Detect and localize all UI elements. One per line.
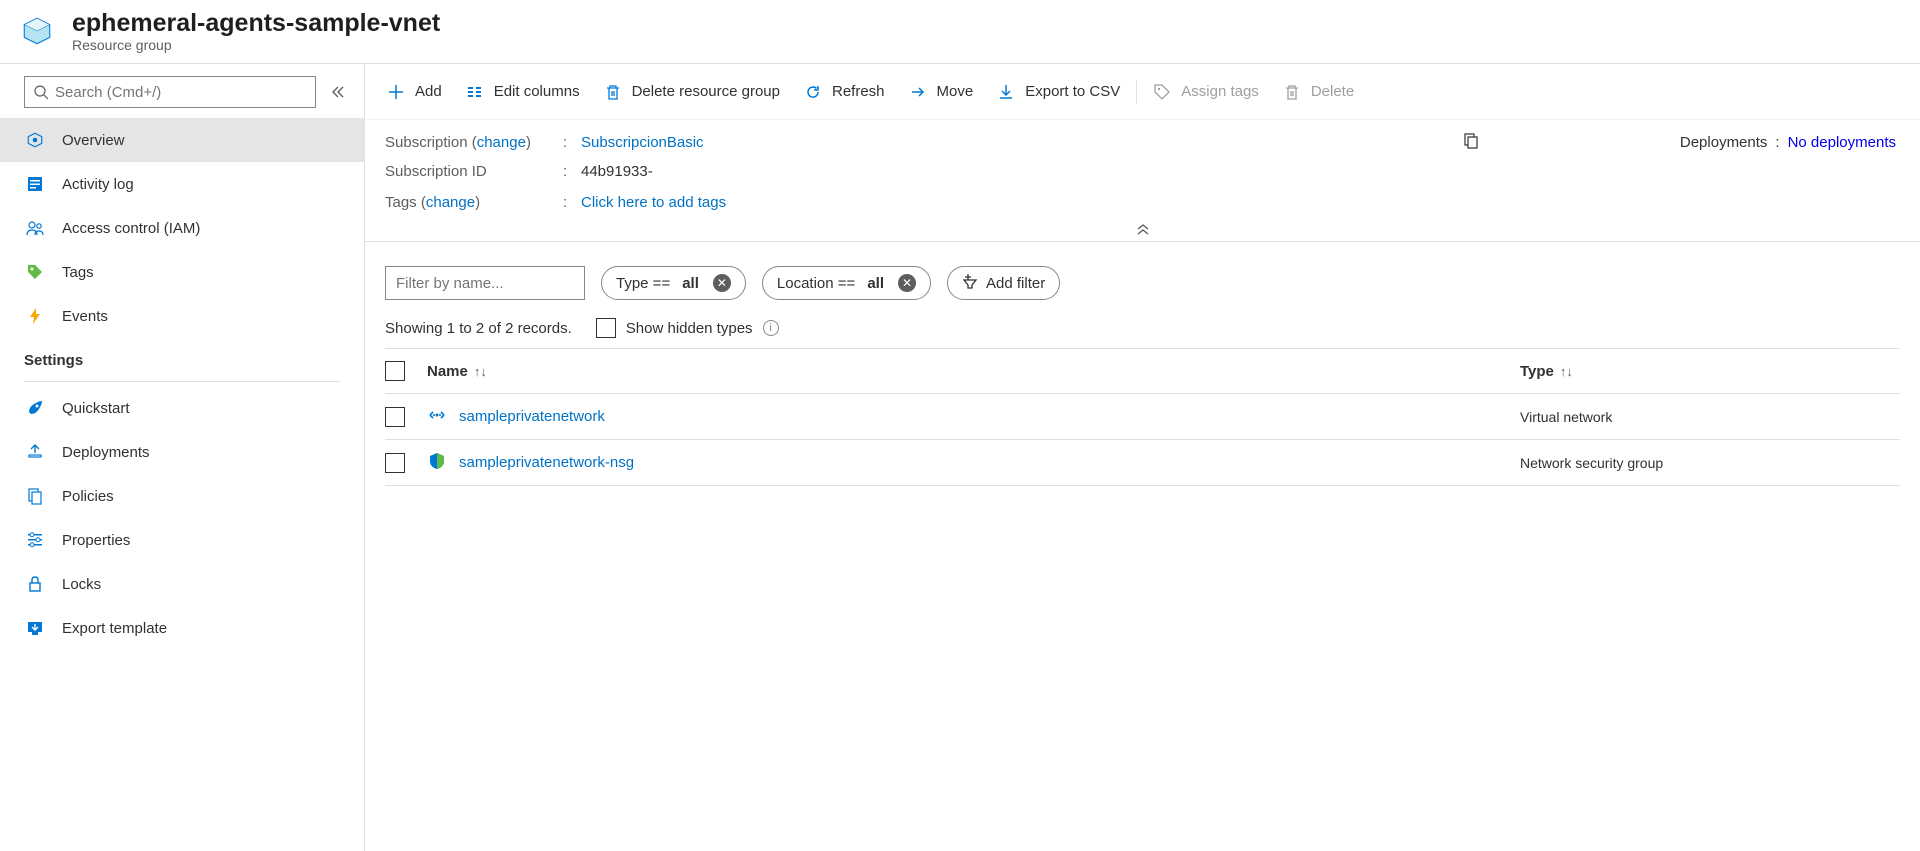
plus-icon — [387, 83, 405, 101]
row-checkbox[interactable] — [385, 407, 405, 427]
collapse-essentials-button[interactable] — [385, 223, 1900, 233]
records-count: Showing 1 to 2 of 2 records. — [385, 320, 572, 337]
sidebar-item-label: Events — [62, 308, 108, 325]
sidebar-item-label: Policies — [62, 488, 114, 505]
sidebar-item-label: Quickstart — [62, 400, 130, 417]
essentials-panel: Subscription (change) : SubscripcionBasi… — [365, 120, 1920, 242]
sidebar-item-label: Tags — [62, 264, 94, 281]
sidebar-item-deployments[interactable]: Deployments — [0, 430, 364, 474]
row-checkbox[interactable] — [385, 453, 405, 473]
sidebar-item-label: Overview — [62, 132, 125, 149]
policies-icon — [24, 485, 46, 507]
subscription-change-link[interactable]: change — [477, 134, 526, 151]
activity-log-icon — [24, 173, 46, 195]
sidebar-collapse-button[interactable] — [322, 77, 352, 107]
command-bar: Add Edit columns Delete resource group R… — [365, 64, 1920, 120]
sidebar-item-label: Access control (IAM) — [62, 220, 200, 237]
locks-icon — [24, 573, 46, 595]
clear-type-filter-icon[interactable]: ✕ — [713, 274, 731, 292]
table-header-row: Name↑↓ Type↑↓ — [385, 348, 1900, 394]
access-control-icon — [24, 217, 46, 239]
resource-link[interactable]: sampleprivatenetwork-nsg — [459, 454, 634, 471]
subscription-id-value: 44b91933- — [581, 163, 653, 180]
show-hidden-types-label: Show hidden types — [626, 320, 753, 337]
sidebar-item-label: Deployments — [62, 444, 150, 461]
page-subtitle: Resource group — [72, 37, 440, 53]
export-template-icon — [24, 617, 46, 639]
sort-icon: ↑↓ — [474, 364, 487, 379]
sidebar-item-events[interactable]: Events — [0, 294, 364, 338]
sidebar-item-overview[interactable]: Overview — [0, 118, 364, 162]
sidebar-item-quickstart[interactable]: Quickstart — [0, 386, 364, 430]
quickstart-icon — [24, 397, 46, 419]
trash-icon — [1283, 83, 1301, 101]
properties-icon — [24, 529, 46, 551]
add-button[interactable]: Add — [375, 72, 454, 112]
info-icon[interactable]: i — [763, 320, 779, 336]
subscription-id-label: Subscription ID — [385, 163, 563, 180]
add-filter-button[interactable]: Add filter — [947, 266, 1060, 300]
select-all-checkbox[interactable] — [385, 361, 405, 381]
events-icon — [24, 305, 46, 327]
export-csv-button[interactable]: Export to CSV — [985, 72, 1132, 112]
page-header: ephemeral-agents-sample-vnet Resource gr… — [0, 0, 1920, 64]
sidebar: Overview Activity log Access control (IA… — [0, 64, 365, 851]
add-tags-link[interactable]: Click here to add tags — [581, 194, 726, 211]
resource-type: Network security group — [1520, 455, 1900, 471]
add-filter-icon — [962, 273, 978, 293]
move-button[interactable]: Move — [897, 72, 986, 112]
sidebar-item-label: Export template — [62, 620, 167, 637]
nsg-icon — [427, 451, 447, 474]
assign-tags-button[interactable]: Assign tags — [1141, 72, 1271, 112]
download-icon — [997, 83, 1015, 101]
tag-icon — [1153, 83, 1171, 101]
columns-icon — [466, 83, 484, 101]
column-header-name[interactable]: Name↑↓ — [427, 363, 1520, 380]
sidebar-item-label: Locks — [62, 576, 101, 593]
sidebar-item-locks[interactable]: Locks — [0, 562, 364, 606]
copy-icon[interactable] — [1462, 132, 1480, 153]
deployments-label: Deployments — [1680, 134, 1768, 151]
deployments-icon — [24, 441, 46, 463]
refresh-icon — [804, 83, 822, 101]
resource-type: Virtual network — [1520, 409, 1900, 425]
sort-icon: ↑↓ — [1560, 364, 1573, 379]
type-filter-pill[interactable]: Type == all ✕ — [601, 266, 746, 300]
table-row: sampleprivatenetwork-nsg Network securit… — [385, 440, 1900, 486]
show-hidden-types-checkbox[interactable] — [596, 318, 616, 338]
edit-columns-button[interactable]: Edit columns — [454, 72, 592, 112]
location-filter-pill[interactable]: Location == all ✕ — [762, 266, 931, 300]
resource-link[interactable]: sampleprivatenetwork — [459, 408, 605, 425]
clear-location-filter-icon[interactable]: ✕ — [898, 274, 916, 292]
overview-icon — [24, 129, 46, 151]
tags-icon — [24, 261, 46, 283]
sidebar-item-label: Activity log — [62, 176, 134, 193]
sidebar-item-properties[interactable]: Properties — [0, 518, 364, 562]
vnet-icon — [427, 405, 447, 428]
sidebar-item-export-template[interactable]: Export template — [0, 606, 364, 650]
refresh-button[interactable]: Refresh — [792, 72, 897, 112]
subscription-label: Subscription (change) — [385, 134, 563, 151]
subscription-link[interactable]: SubscripcionBasic — [581, 134, 704, 151]
trash-icon — [604, 83, 622, 101]
sidebar-item-policies[interactable]: Policies — [0, 474, 364, 518]
sidebar-section-settings: Settings — [0, 338, 364, 377]
page-title: ephemeral-agents-sample-vnet — [72, 8, 440, 38]
sidebar-search[interactable] — [24, 76, 316, 108]
column-header-type[interactable]: Type↑↓ — [1520, 363, 1900, 380]
table-row: sampleprivatenetwork Virtual network — [385, 394, 1900, 440]
filter-name-input[interactable] — [385, 266, 585, 300]
resource-group-icon — [18, 12, 56, 50]
tags-label: Tags (change) — [385, 194, 563, 211]
sidebar-item-activity-log[interactable]: Activity log — [0, 162, 364, 206]
delete-resource-group-button[interactable]: Delete resource group — [592, 72, 792, 112]
tags-change-link[interactable]: change — [426, 194, 475, 211]
sidebar-item-access-control[interactable]: Access control (IAM) — [0, 206, 364, 250]
sidebar-item-tags[interactable]: Tags — [0, 250, 364, 294]
sidebar-search-input[interactable] — [55, 84, 307, 101]
delete-button[interactable]: Delete — [1271, 72, 1366, 112]
arrow-right-icon — [909, 83, 927, 101]
sidebar-item-label: Properties — [62, 532, 130, 549]
deployments-link[interactable]: No deployments — [1788, 134, 1896, 151]
